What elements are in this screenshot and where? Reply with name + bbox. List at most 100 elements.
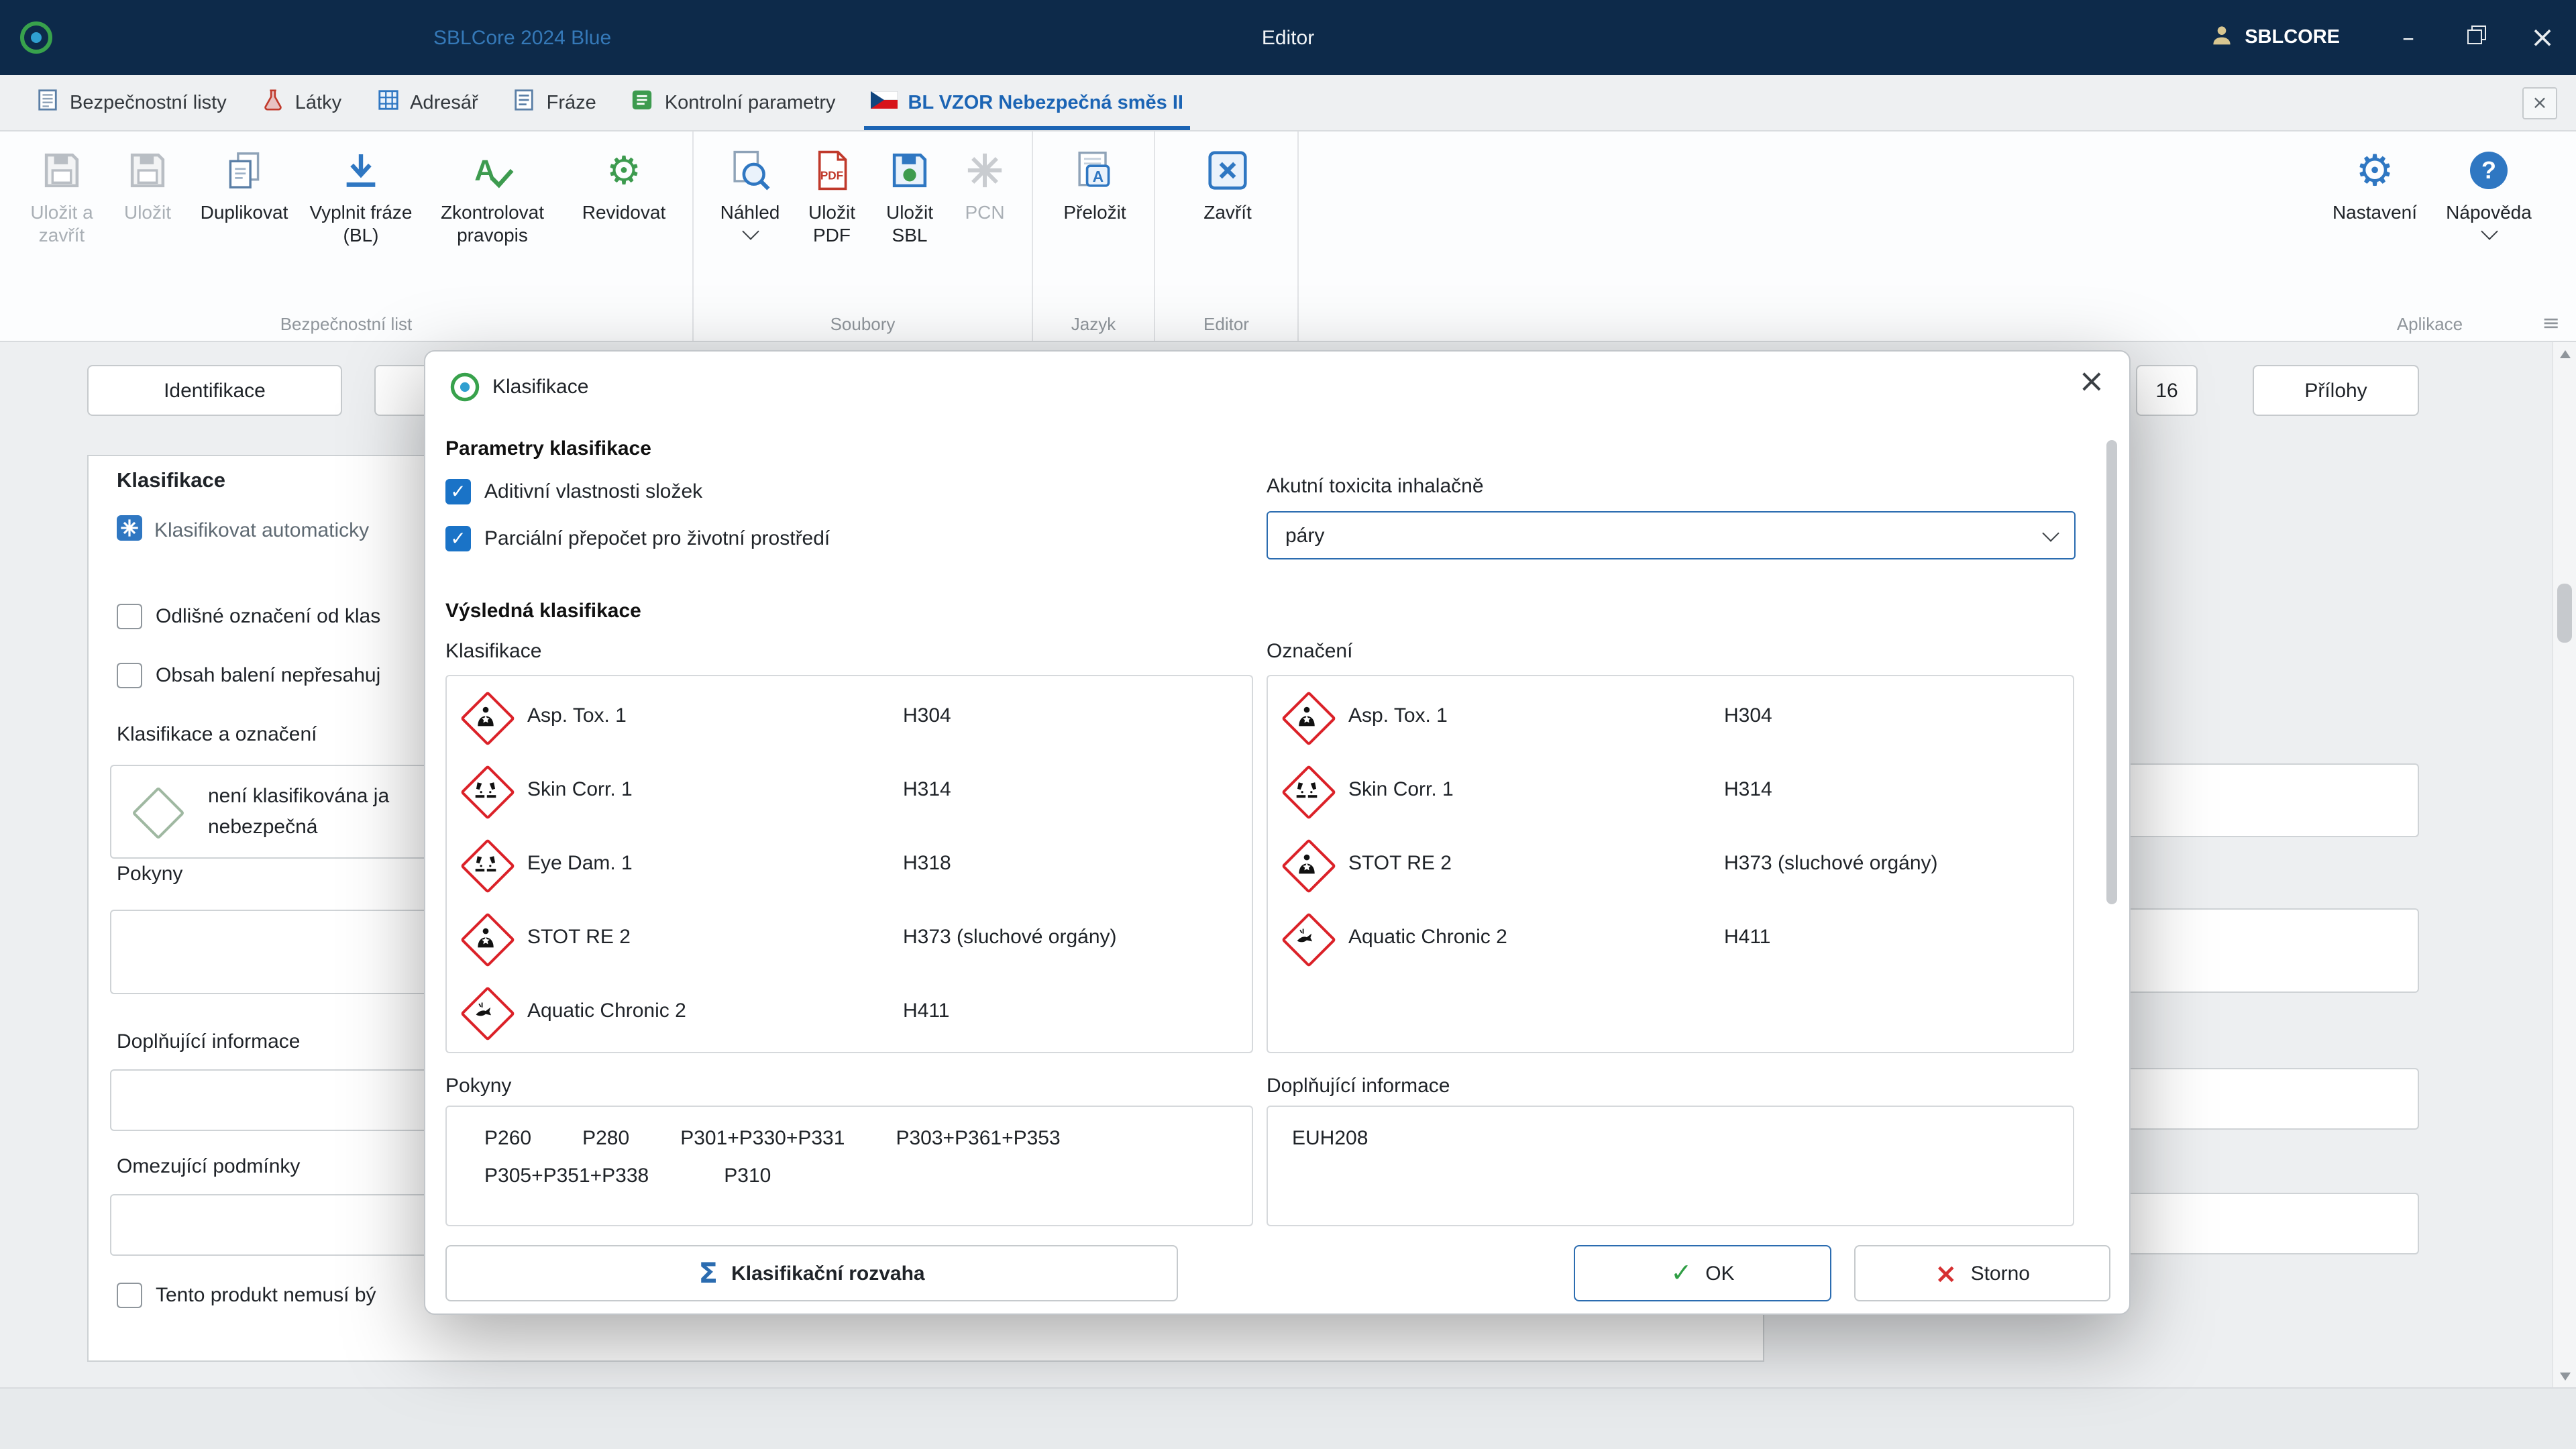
p-code: P303+P361+P353: [896, 1127, 1060, 1150]
ghs-health-hazard-icon: [460, 690, 511, 741]
czech-flag-icon: [871, 91, 898, 114]
checkbox-checked-icon: ✓: [445, 479, 471, 504]
labelling-row[interactable]: Skin Corr. 1 H314: [1268, 753, 2073, 826]
pcn-button: PCN: [949, 142, 1021, 224]
ribbon-group-label: Editor: [1155, 314, 1297, 334]
save-sbl-button[interactable]: Uložit SBL: [871, 142, 949, 247]
close-editor-icon: [1206, 145, 1249, 196]
scrollbar-thumb[interactable]: [2557, 584, 2572, 643]
ribbon-group-label: Bezpečnostní list: [0, 314, 692, 334]
classification-row[interactable]: Aquatic Chronic 2 H411: [447, 974, 1252, 1048]
checkbox-odlisne-oznaceni[interactable]: Odlišné označení od klas: [117, 604, 380, 629]
checkbox-obsah-baleni[interactable]: Obsah balení nepřesahuj: [117, 663, 380, 688]
p-codes-box: P260 P280 P301+P330+P331 P303+P361+P353 …: [445, 1106, 1253, 1226]
checkbox-checked-icon: ✓: [445, 526, 471, 551]
p-code: P310: [724, 1165, 771, 1187]
account-button[interactable]: SBLCORE: [2210, 23, 2340, 52]
user-icon: [2210, 23, 2234, 52]
help-button[interactable]: ? Nápověda: [2432, 142, 2545, 237]
panel-title: Klasifikace: [117, 470, 225, 494]
section-tab-16[interactable]: 16: [2136, 365, 2198, 416]
window-title: Editor: [1262, 0, 1314, 75]
close-editor-button[interactable]: Zavřít: [1169, 142, 1287, 224]
labelling-row[interactable]: Aquatic Chronic 2 H411: [1268, 900, 2073, 974]
cancel-button[interactable]: × Storno: [1854, 1245, 2110, 1301]
classification-row[interactable]: Asp. Tox. 1 H304: [447, 679, 1252, 753]
question-icon: ?: [2470, 152, 2508, 189]
scroll-down-icon[interactable]: [2559, 1373, 2570, 1381]
chevron-down-icon: [2480, 223, 2497, 239]
checkbox-parcialni[interactable]: ✓ Parciální přepočet pro životní prostře…: [445, 526, 830, 551]
section-tab-identifikace[interactable]: Identifikace: [87, 365, 342, 416]
labelling-row[interactable]: Asp. Tox. 1 H304: [1268, 679, 2073, 753]
auto-classify-button[interactable]: Klasifikovat automaticky: [117, 515, 369, 546]
tab-label: Fráze: [547, 92, 596, 113]
checkbox-aditivni[interactable]: ✓ Aditivní vlastnosti složek: [445, 479, 702, 504]
classification-reasoning-button[interactable]: Σ Klasifikační rozvaha: [445, 1245, 1178, 1301]
p-code: P301+P330+P331: [680, 1127, 845, 1150]
window-footer: [0, 1387, 2576, 1449]
chevron-down-icon: [741, 223, 758, 239]
app-logo-icon: [19, 20, 54, 55]
p-code: P280: [582, 1127, 629, 1150]
duplicate-button[interactable]: Duplikovat: [185, 142, 303, 224]
auto-classify-icon: [117, 515, 142, 546]
section-tab-prilohy[interactable]: Přílohy: [2253, 365, 2419, 416]
tab-bl-vzor[interactable]: BL VZOR Nebezpečná směs II: [853, 75, 1201, 130]
preview-icon: [729, 145, 771, 196]
class-section-label: Klasifikace a označení: [117, 723, 317, 746]
empty-ghs-diamond-icon: [130, 785, 184, 839]
svg-text:PDF: PDF: [820, 169, 843, 182]
tab-kontrolni-parametry[interactable]: Kontrolní parametry: [614, 75, 853, 130]
ribbon-group-label: Jazyk: [1033, 314, 1154, 334]
ghs-corrosion-icon: [1281, 764, 1332, 815]
phrases-icon: [513, 89, 536, 117]
ribbon-group-editor: Zavřít Editor: [1155, 131, 1299, 341]
revise-button[interactable]: ⚙ Revidovat: [566, 142, 682, 224]
ribbon-group-soubory: Náhled PDF Uložit PDF Uložit SBL PCN: [694, 131, 1033, 341]
ok-button[interactable]: ✓ OK: [1574, 1245, 1831, 1301]
ghs-environment-icon: [460, 985, 511, 1036]
result-header: Výsledná klasifikace: [445, 600, 641, 623]
p-code: P305+P351+P338: [484, 1165, 649, 1187]
omez-label: Omezující podmínky: [117, 1155, 300, 1178]
classification-row[interactable]: Eye Dam. 1 H318: [447, 826, 1252, 900]
flask-icon: [262, 89, 284, 117]
scroll-up-icon[interactable]: [2559, 350, 2570, 358]
ribbon-collapse-icon[interactable]: ≡: [2542, 310, 2560, 335]
save-pdf-button[interactable]: PDF Uložit PDF: [793, 142, 871, 247]
classification-row[interactable]: Skin Corr. 1 H314: [447, 753, 1252, 826]
ghs-environment-icon: [1281, 912, 1332, 963]
address-book-icon: [376, 89, 399, 117]
checkbox-tento-produkt[interactable]: Tento produkt nemusí bý: [117, 1283, 376, 1308]
preview-button[interactable]: Náhled: [707, 142, 793, 237]
tab-fraze[interactable]: Fráze: [496, 75, 614, 130]
toxicity-dropdown[interactable]: páry: [1267, 511, 2076, 559]
dialog-scrollbar[interactable]: [2106, 427, 2117, 1295]
minimize-button[interactable]: –: [2375, 0, 2442, 75]
dialog-scrollbar-thumb[interactable]: [2106, 440, 2117, 904]
tab-bezpecnostni-listy[interactable]: Bezpečnostní listy: [19, 75, 244, 130]
tab-latky[interactable]: Látky: [244, 75, 359, 130]
translate-button[interactable]: A Přeložit: [1046, 142, 1143, 224]
tab-adresar[interactable]: Adresář: [359, 75, 496, 130]
pcn-star-icon: [963, 145, 1006, 196]
gear-icon: ⚙: [2355, 149, 2394, 192]
classification-row[interactable]: STOT RE 2 H373 (sluchové orgány): [447, 900, 1252, 974]
labelling-row[interactable]: STOT RE 2 H373 (sluchové orgány): [1268, 826, 2073, 900]
close-dialog-button[interactable]: ×: [2078, 365, 2105, 397]
save-button: Uložit: [110, 142, 185, 224]
close-tab-button[interactable]: ×: [2522, 87, 2557, 119]
fill-phrases-button[interactable]: Vyplnit fráze (BL): [303, 142, 419, 247]
check-icon: ✓: [1670, 1258, 1692, 1288]
account-label: SBLCORE: [2245, 27, 2340, 48]
restore-button[interactable]: [2442, 0, 2509, 75]
main-scrollbar[interactable]: [2552, 342, 2576, 1389]
ribbon-group-label: Soubory: [694, 314, 1032, 334]
close-window-button[interactable]: ×: [2509, 0, 2576, 75]
klasifikace-dialog: Klasifikace × Parametry klasifikace ✓ Ad…: [424, 350, 2131, 1315]
spellcheck-button[interactable]: A Zkontrolovat pravopis: [419, 142, 566, 247]
app-logo-icon: [449, 372, 480, 402]
gear-icon: ⚙: [606, 151, 641, 190]
settings-button[interactable]: ⚙ Nastavení: [2317, 142, 2432, 224]
